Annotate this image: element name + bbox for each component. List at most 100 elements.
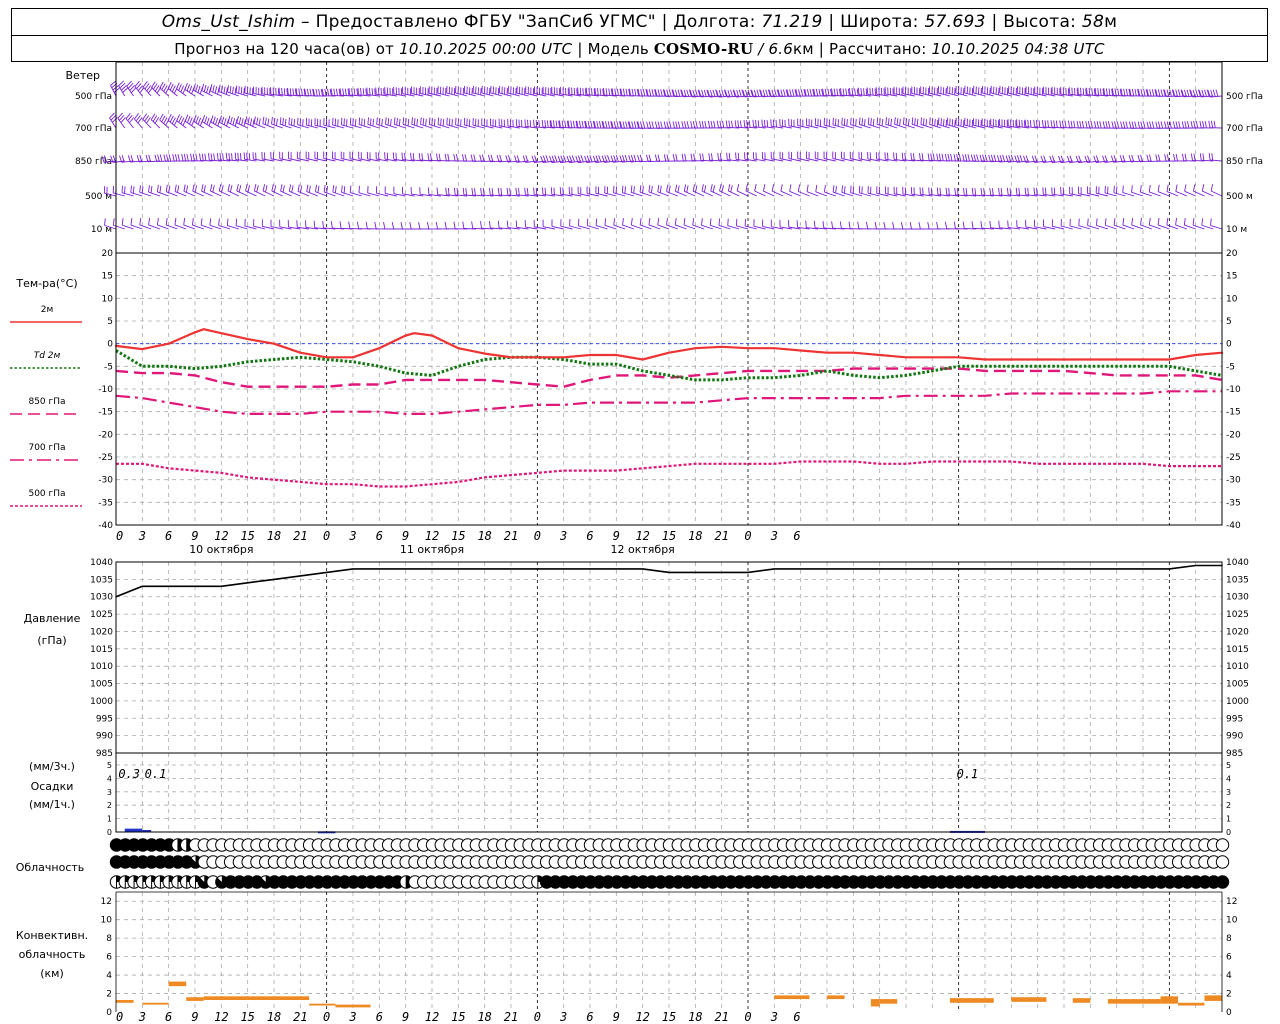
wind-barb-feather bbox=[964, 154, 968, 162]
wind-barb-feather bbox=[692, 121, 696, 129]
convective-cloud-bar bbox=[1160, 996, 1179, 1004]
time-tick-label: 3 bbox=[138, 529, 146, 543]
wind-barb-feather bbox=[201, 83, 205, 91]
wind-barb-feather bbox=[174, 154, 178, 162]
wind-barb-feather bbox=[980, 187, 983, 196]
wind-barb-feather bbox=[989, 187, 992, 195]
wind-barb-feather bbox=[684, 121, 687, 129]
time-tick-label: 21 bbox=[714, 529, 728, 543]
temperature-tick-label: -5 bbox=[1226, 362, 1235, 372]
wind-barb-icon bbox=[586, 218, 599, 230]
convective-cloud-bar bbox=[879, 999, 898, 1004]
wind-barb-feather bbox=[597, 88, 599, 96]
wind-barb-feather bbox=[756, 89, 760, 97]
wind-barb-feather bbox=[657, 121, 661, 129]
wind-barb-feather bbox=[509, 188, 511, 196]
wind-barb-feather bbox=[695, 89, 698, 97]
wind-barb-feather bbox=[681, 121, 684, 129]
wind-barb-icon bbox=[865, 221, 880, 230]
wind-barb-icon bbox=[779, 119, 792, 129]
wind-barb-feather bbox=[657, 184, 660, 192]
cloud-fill bbox=[1216, 875, 1229, 889]
wind-barb-feather bbox=[330, 221, 333, 229]
wind-barb-feather bbox=[447, 187, 450, 196]
wind-barb-feather bbox=[621, 185, 624, 193]
time-tick-label-bottom: 3 bbox=[348, 1010, 356, 1024]
wind-barb-shaft bbox=[245, 190, 257, 197]
wind-barb-feather bbox=[571, 155, 575, 163]
wind-barb-feather bbox=[290, 118, 293, 126]
wind-barb-feather bbox=[1088, 87, 1091, 96]
wind-barb-feather bbox=[824, 88, 827, 96]
time-tick-label-bottom: 9 bbox=[613, 1010, 620, 1024]
wind-barb-feather bbox=[1175, 153, 1178, 162]
wind-barb-feather bbox=[1114, 88, 1117, 96]
wind-barb-feather bbox=[1215, 89, 1219, 97]
wind-barb-feather bbox=[527, 119, 529, 127]
wind-barb-feather bbox=[1091, 88, 1093, 96]
wind-barb-feather bbox=[701, 120, 704, 129]
wind-barb-icon bbox=[235, 218, 248, 230]
wind-barb-feather bbox=[614, 88, 617, 96]
wind-barb-icon bbox=[297, 117, 310, 129]
wind-barb-feather bbox=[1143, 89, 1146, 97]
wind-barb-feather bbox=[1208, 120, 1211, 128]
wind-barb-feather bbox=[668, 121, 672, 129]
wind-barb-feather bbox=[344, 88, 347, 96]
wind-barb-feather bbox=[857, 87, 860, 95]
wind-barb-feather bbox=[624, 154, 628, 162]
wind-barb-feather bbox=[580, 155, 584, 163]
wind-barb-shaft bbox=[134, 118, 143, 129]
wind-barb-feather bbox=[852, 186, 855, 194]
wind-barb-icon bbox=[990, 85, 1003, 97]
pressure-tick-label: 995 bbox=[96, 714, 113, 724]
convective-tick-label: 12 bbox=[101, 897, 112, 907]
wind-barb-shaft bbox=[701, 190, 714, 197]
wind-level-label-right: 700 гПа bbox=[1226, 124, 1263, 134]
wind-barb-feather bbox=[962, 221, 965, 229]
wind-barb-feather bbox=[473, 154, 476, 162]
wind-barb-feather bbox=[1148, 184, 1151, 192]
wind-barb-feather bbox=[686, 185, 689, 193]
wind-barb-feather bbox=[809, 89, 812, 97]
wind-barb-feather bbox=[866, 87, 869, 95]
wind-barb-feather bbox=[703, 89, 707, 97]
precip-tick-label: 2 bbox=[1226, 801, 1231, 810]
wind-barb-icon bbox=[797, 118, 810, 129]
wind-barb-icon bbox=[928, 86, 942, 97]
wind-barb-feather bbox=[1105, 121, 1108, 129]
wind-barb-feather bbox=[169, 83, 174, 91]
wind-barb-feather bbox=[524, 187, 526, 195]
wind-barb-icon bbox=[481, 85, 494, 97]
wind-barb-icon bbox=[409, 222, 424, 230]
wind-barb-feather bbox=[1024, 187, 1027, 195]
wind-barb-icon bbox=[927, 221, 942, 230]
wind-barb-feather bbox=[398, 118, 401, 126]
wind-barb-icon bbox=[946, 85, 959, 97]
time-tick-label: 9 bbox=[191, 529, 198, 543]
wind-barb-feather bbox=[922, 118, 925, 126]
wind-barb-feather bbox=[204, 116, 208, 124]
wind-barb-feather bbox=[1148, 217, 1151, 225]
wind-barb-icon bbox=[857, 221, 871, 230]
wind-barb-feather bbox=[171, 85, 176, 92]
wind-barb-feather bbox=[1087, 120, 1091, 129]
wind-barb-feather bbox=[798, 89, 801, 97]
wind-barb-shaft bbox=[1210, 190, 1223, 197]
wind-barb-feather bbox=[865, 88, 868, 96]
wind-barb-feather bbox=[890, 118, 893, 126]
day-label: 10 октября bbox=[189, 543, 253, 556]
wind-barb-feather bbox=[1122, 218, 1125, 226]
wind-barb-icon bbox=[874, 221, 889, 230]
wind-barb-feather bbox=[1139, 185, 1142, 193]
wind-barb-feather bbox=[712, 185, 716, 193]
wind-barb-shaft bbox=[151, 87, 161, 97]
wind-barb-icon bbox=[893, 86, 907, 97]
convective-cloud-bar bbox=[203, 996, 257, 1000]
wind-barb-feather bbox=[1093, 121, 1097, 129]
wind-barb-feather bbox=[479, 154, 482, 162]
time-tick-label-bottom: 6 bbox=[376, 1010, 383, 1024]
temperature-series-t700 bbox=[115, 390, 1222, 415]
wind-barb-feather bbox=[226, 218, 229, 226]
wind-barb-icon bbox=[822, 88, 836, 97]
